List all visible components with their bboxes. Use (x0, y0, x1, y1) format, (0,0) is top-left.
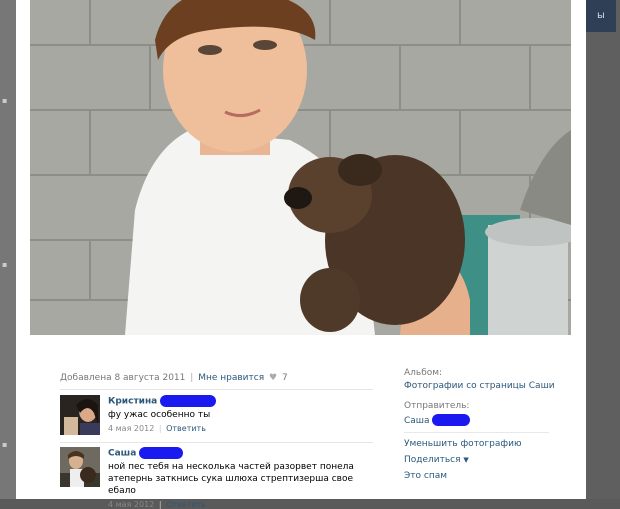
report-spam-link[interactable]: Это спам (404, 471, 574, 481)
comment-text: фу ужас особенно ты (108, 410, 211, 420)
heart-icon[interactable]: ♥ (267, 373, 279, 383)
comment-footer: 4 мая 2012 | Ответить (108, 424, 373, 433)
album-link[interactable]: Фотографии со страницы Саши (404, 381, 574, 391)
photo-date: Добавлена 8 августа 2011 (60, 373, 186, 383)
sender-label: Отправитель: (404, 401, 470, 411)
comment-author[interactable]: Саша (108, 449, 136, 459)
right-page-strip (586, 0, 620, 499)
left-page-strip: ▪ ▪ ▪ (0, 0, 16, 499)
reply-link[interactable]: Ответить (166, 424, 206, 433)
photo-meta-line: Добавлена 8 августа 2011 | Мне нравится … (60, 373, 288, 383)
redaction-mark (139, 447, 184, 459)
comment-body: Саша ной пес тебя на несколька частей ра… (108, 447, 373, 509)
like-count: 7 (281, 373, 288, 383)
comment-footer: 4 мая 2012 | Ответить (108, 500, 373, 509)
left-page-mark: ▪ (2, 260, 8, 269)
redaction-mark (432, 414, 471, 426)
avatar[interactable] (60, 447, 100, 487)
comment-header: Кристина (108, 395, 373, 407)
album-label: Альбом: (404, 368, 443, 378)
photo[interactable] (30, 0, 571, 335)
comment-date: 4 мая 2012 (108, 424, 155, 433)
redaction-mark (160, 395, 217, 407)
comment-body: Кристина фу ужас особенно ты 4 мая 2012 … (108, 395, 373, 433)
share-label: Поделиться (404, 455, 461, 465)
side-divider (404, 432, 549, 433)
avatar[interactable] (60, 395, 100, 435)
share-link[interactable]: Поделиться ▼ (404, 455, 574, 465)
sender-link[interactable]: Саша (404, 416, 430, 426)
photo-side-panel: Альбом: Фотографии со страницы Саши Отпр… (404, 368, 574, 487)
separator: | (190, 373, 194, 383)
left-page-mark: ▪ (2, 440, 8, 449)
sender-row: Саша (404, 414, 574, 426)
comment-author[interactable]: Кристина (108, 397, 157, 407)
left-page-mark: ▪ (2, 96, 8, 105)
comment-divider (60, 442, 373, 443)
comment-header: Саша (108, 447, 373, 459)
separator: | (158, 500, 162, 509)
photo-image (30, 0, 571, 335)
photo-viewer: Добавлена 8 августа 2011 | Мне нравится … (16, 0, 586, 509)
reply-link[interactable]: Ответить (166, 500, 206, 509)
separator: | (158, 424, 162, 433)
caret-down-icon: ▼ (463, 456, 469, 464)
right-page-tab[interactable]: ы (586, 0, 616, 32)
meta-divider (60, 389, 373, 390)
comment-date: 4 мая 2012 (108, 500, 155, 509)
shrink-photo-link[interactable]: Уменьшить фотографию (404, 439, 574, 449)
like-link[interactable]: Мне нравится (198, 373, 264, 383)
comment-text: ной пес тебя на несколька частей разорве… (108, 462, 354, 496)
